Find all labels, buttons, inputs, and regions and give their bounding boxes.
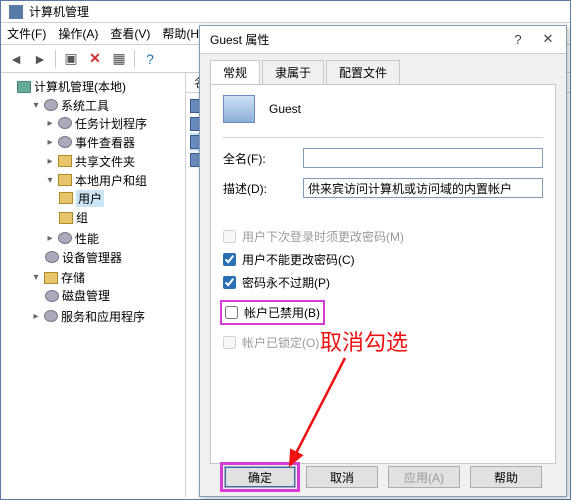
tab-memberof[interactable]: 隶属于 <box>262 60 324 84</box>
mmc-titlebar: 计算机管理 <box>1 1 570 23</box>
checkbox-mustchange-input <box>223 230 236 243</box>
expand-icon[interactable]: ▸ <box>45 137 55 148</box>
tree-toggle-icon[interactable]: ▣ <box>62 50 80 68</box>
tree-storage[interactable]: ▾存储 <box>31 269 85 286</box>
expand-icon[interactable]: ▾ <box>31 272 41 283</box>
tree-pane: 计算机管理(本地) ▾系统工具 ▸任务计划程序 ▸事件查看器 ▸共享文件夹 ▾本… <box>1 73 186 497</box>
mmc-title: 计算机管理 <box>29 3 89 20</box>
expand-icon[interactable]: ▸ <box>45 118 55 129</box>
tree-perf[interactable]: ▸性能 <box>45 230 99 247</box>
apply-button[interactable]: 应用(A) <box>388 466 460 488</box>
tree-groups[interactable]: 组 <box>59 209 88 226</box>
fullname-label: 全名(F): <box>223 150 303 167</box>
user-large-icon <box>223 95 255 123</box>
tree-devmgr[interactable]: 设备管理器 <box>45 249 122 266</box>
tab-strip: 常规 隶属于 配置文件 <box>200 54 566 84</box>
back-icon[interactable]: ◄ <box>7 50 25 68</box>
tree-systools[interactable]: ▾系统工具 <box>31 97 109 114</box>
help-icon[interactable]: ? <box>141 50 159 68</box>
menu-view[interactable]: 查看(V) <box>110 25 150 42</box>
description-label: 描述(D): <box>223 180 303 197</box>
properties-icon[interactable]: ▦ <box>110 50 128 68</box>
checkbox-locked: 帐户已锁定(O) <box>223 334 543 351</box>
app-icon <box>9 5 23 19</box>
expand-icon[interactable]: ▾ <box>45 175 55 186</box>
checkbox-cannotchange-input[interactable] <box>223 253 236 266</box>
expand-icon[interactable]: ▸ <box>45 233 55 244</box>
tree-scheduler[interactable]: ▸任务计划程序 <box>45 115 147 132</box>
checkbox-neverexpire[interactable]: 密码永不过期(P) <box>223 274 543 291</box>
description-input[interactable] <box>303 178 543 198</box>
dialog-button-row: 确定 取消 应用(A) 帮助 <box>200 466 566 488</box>
tree-localusers[interactable]: ▾本地用户和组 <box>45 172 147 189</box>
help-button-icon[interactable]: ? <box>504 28 532 50</box>
separator <box>134 50 135 68</box>
tree-diskmgr[interactable]: 磁盘管理 <box>45 287 110 304</box>
fullname-input[interactable] <box>303 148 543 168</box>
menu-action[interactable]: 操作(A) <box>58 25 98 42</box>
expand-icon[interactable]: ▸ <box>45 156 55 167</box>
tree-root[interactable]: 计算机管理(本地) <box>17 78 126 95</box>
ok-button[interactable]: 确定 <box>224 466 296 488</box>
menu-help[interactable]: 帮助(H) <box>162 25 203 42</box>
close-icon[interactable]: ✕ <box>534 28 562 50</box>
dialog-title: Guest 属性 <box>210 31 269 48</box>
tree-shares[interactable]: ▸共享文件夹 <box>45 153 135 170</box>
expand-icon[interactable]: ▾ <box>31 100 41 111</box>
tree-services[interactable]: ▸服务和应用程序 <box>31 308 145 325</box>
checkbox-neverexpire-input[interactable] <box>223 276 236 289</box>
checkbox-account-disabled[interactable]: 帐户已禁用(B) <box>223 303 322 322</box>
divider <box>223 137 543 138</box>
separator <box>55 50 56 68</box>
help-button[interactable]: 帮助 <box>470 466 542 488</box>
checkbox-account-disabled-input[interactable] <box>225 306 238 319</box>
tab-profile[interactable]: 配置文件 <box>326 60 400 84</box>
checkbox-mustchange: 用户下次登录时须更改密码(M) <box>223 228 543 245</box>
delete-icon[interactable]: ✕ <box>86 50 104 68</box>
dialog-titlebar: Guest 属性 ? ✕ <box>200 26 566 54</box>
properties-dialog: Guest 属性 ? ✕ 常规 隶属于 配置文件 Guest 全名(F): 描述… <box>199 25 567 497</box>
expand-icon[interactable]: ▸ <box>31 311 41 322</box>
tree-eventviewer[interactable]: ▸事件查看器 <box>45 134 135 151</box>
menu-file[interactable]: 文件(F) <box>7 25 46 42</box>
forward-icon[interactable]: ► <box>31 50 49 68</box>
cancel-button[interactable]: 取消 <box>306 466 378 488</box>
tab-panel-general: Guest 全名(F): 描述(D): 用户下次登录时须更改密码(M) 用户不能… <box>210 84 556 464</box>
user-name-label: Guest <box>269 102 301 116</box>
tree-users[interactable]: 用户 <box>59 190 104 207</box>
checkbox-locked-input <box>223 336 236 349</box>
checkbox-cannotchange[interactable]: 用户不能更改密码(C) <box>223 251 543 268</box>
tab-general[interactable]: 常规 <box>210 60 260 84</box>
